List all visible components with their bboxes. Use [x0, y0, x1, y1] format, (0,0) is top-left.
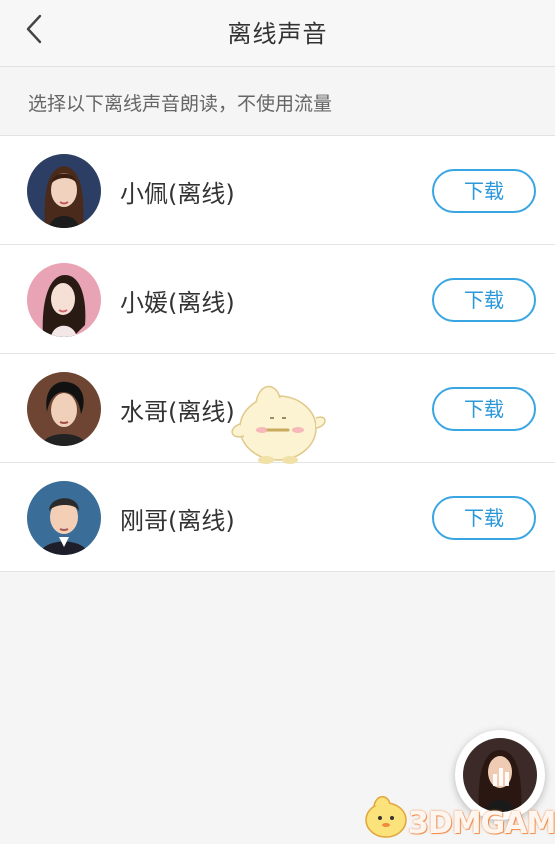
mascot-sticker-icon	[231, 385, 326, 464]
voice-row-xiaoyuan: 小媛(离线) 下载	[0, 245, 555, 354]
download-button[interactable]: 下载	[432, 278, 536, 322]
voice-list: 小佩(离线) 下载 小媛(离线) 下载 水哥(离线) 下载 刚哥(离线) 下载	[0, 136, 555, 572]
download-button[interactable]: 下载	[432, 496, 536, 540]
voice-name: 小媛(离线)	[120, 289, 235, 317]
avatar-xiaopei	[27, 154, 101, 228]
page-title: 离线声音	[227, 20, 328, 48]
voice-name: 水哥(离线)	[120, 398, 235, 426]
voice-row-gangge: 刚哥(离线) 下载	[0, 463, 555, 572]
watermark-text: 3DMGAME	[408, 806, 555, 841]
download-button[interactable]: 下载	[432, 387, 536, 431]
notice-text: 选择以下离线声音朗读，不使用流量	[28, 93, 333, 115]
avatar-gangge	[27, 481, 101, 555]
avatar-shuige	[27, 372, 101, 446]
voice-name: 小佩(离线)	[120, 180, 235, 208]
voice-row-xiaopei: 小佩(离线) 下载	[0, 136, 555, 245]
audio-bar-icon	[493, 774, 497, 786]
avatar-xiaoyuan	[27, 263, 101, 337]
download-button[interactable]: 下载	[432, 169, 536, 213]
voice-name: 刚哥(离线)	[120, 507, 235, 535]
top-bar: 离线声音	[0, 0, 555, 67]
notice-bar: 选择以下离线声音朗读，不使用流量	[0, 67, 555, 136]
